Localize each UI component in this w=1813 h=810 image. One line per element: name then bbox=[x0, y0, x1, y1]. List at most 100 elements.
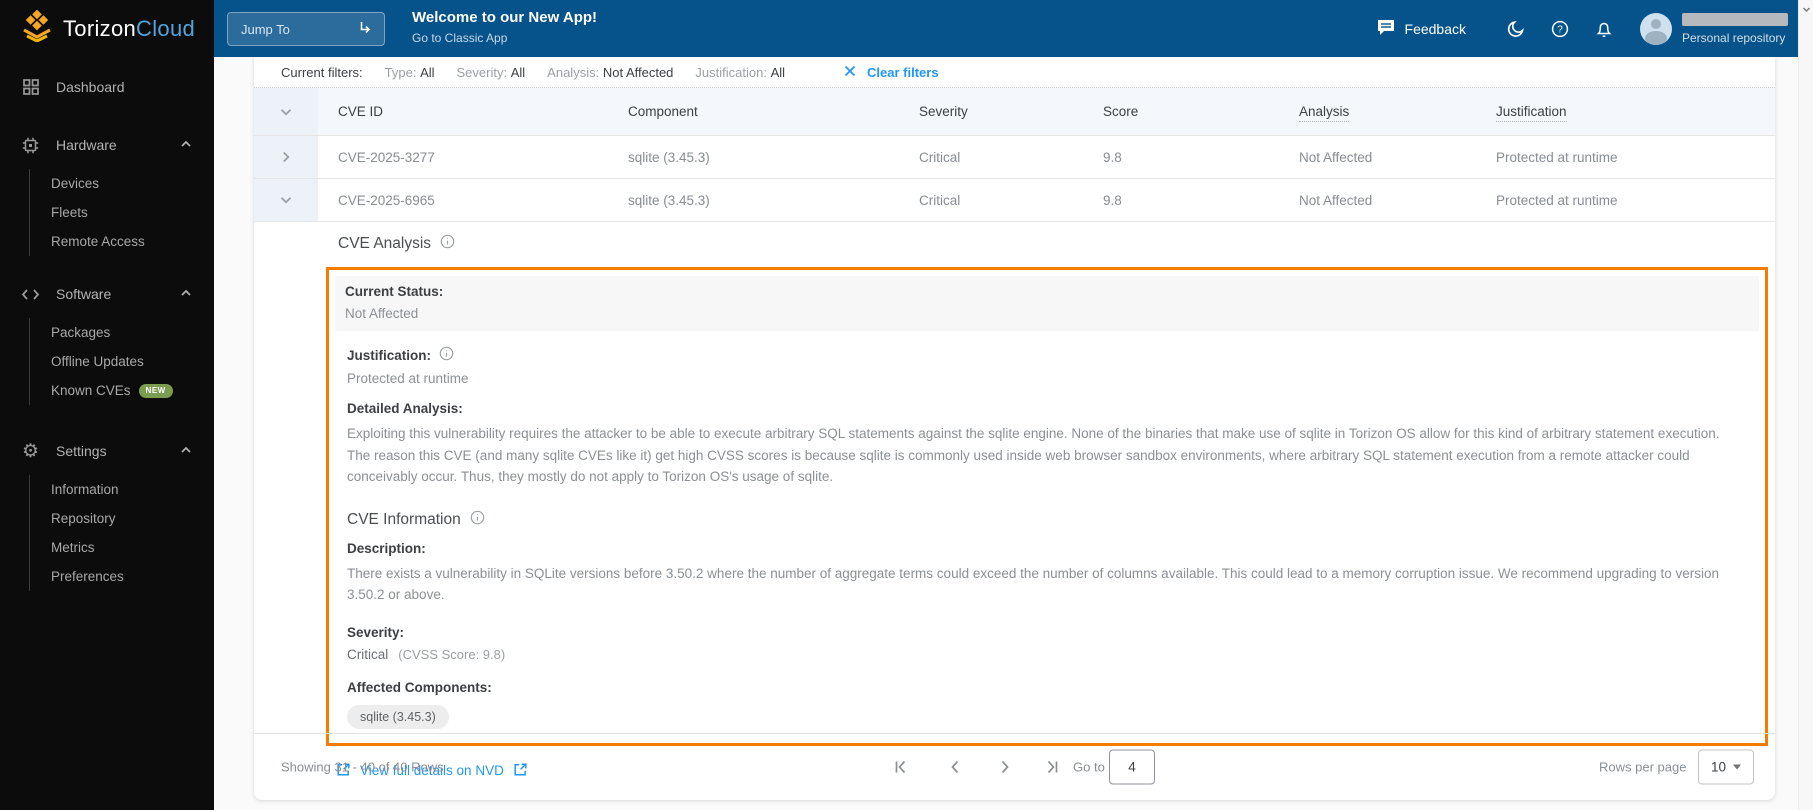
info-icon[interactable] bbox=[470, 510, 485, 530]
cve-detail-section: CVE Analysis Current Status: Not Affecte… bbox=[254, 221, 1775, 780]
chevron-right-icon bbox=[283, 151, 290, 163]
cvss-score: (CVSS Score: 9.8) bbox=[398, 646, 506, 662]
feedback-icon bbox=[1376, 17, 1396, 40]
cell-component: sqlite (3.45.3) bbox=[628, 192, 710, 208]
current-status-label: Current Status: bbox=[345, 284, 444, 299]
last-page-button[interactable] bbox=[1041, 756, 1063, 778]
component-chip: sqlite (3.45.3) bbox=[347, 704, 449, 729]
jump-to-button[interactable]: Jump To bbox=[227, 12, 385, 46]
severity-block: Severity: Critical (CVSS Score: 9.8) bbox=[347, 625, 1759, 662]
justification-value: Protected at runtime bbox=[347, 371, 469, 386]
chevron-down-icon bbox=[280, 197, 292, 204]
page-scrollbar[interactable] bbox=[1798, 0, 1813, 810]
sidebar-item-fleets[interactable]: Fleets bbox=[30, 198, 214, 227]
go-to-page-input[interactable] bbox=[1109, 749, 1155, 785]
cell-cve-id: CVE-2025-3277 bbox=[338, 149, 435, 165]
sidebar-item-remote-access[interactable]: Remote Access bbox=[30, 227, 214, 256]
sidebar-item-preferences[interactable]: Preferences bbox=[30, 562, 214, 591]
cve-analysis-panel: Current Status: Not Affected Justificati… bbox=[326, 267, 1768, 746]
svg-text:?: ? bbox=[1557, 24, 1563, 35]
table-row[interactable]: CVE-2025-3277 sqlite (3.45.3) Critical 9… bbox=[254, 135, 1775, 178]
previous-page-button[interactable] bbox=[944, 756, 966, 778]
new-badge: NEW bbox=[138, 383, 173, 398]
return-arrow-icon bbox=[356, 19, 374, 40]
scrollbar-up-arrow-icon[interactable] bbox=[1800, 3, 1813, 21]
cell-justification: Protected at runtime bbox=[1496, 192, 1618, 208]
welcome-title: Welcome to our New App! bbox=[412, 9, 598, 26]
hardware-submenu: Devices Fleets Remote Access bbox=[29, 169, 214, 256]
clear-filters-button[interactable]: Clear filters bbox=[843, 64, 939, 81]
cve-analysis-heading: CVE Analysis bbox=[338, 234, 1768, 254]
severity-value: Critical bbox=[347, 646, 389, 662]
account-repository-label: Personal repository bbox=[1682, 30, 1786, 45]
sidebar-item-software[interactable]: Software bbox=[0, 274, 214, 314]
account-name-redacted bbox=[1682, 12, 1788, 26]
rows-summary: Showing 31 - 40 of 40 Rows bbox=[281, 759, 444, 775]
column-header-justification[interactable]: Justification bbox=[1476, 104, 1775, 122]
help-icon[interactable]: ? bbox=[1538, 19, 1582, 39]
select-caret-icon bbox=[1733, 764, 1742, 770]
account-info[interactable]: Personal repository bbox=[1682, 12, 1788, 45]
cell-severity: Critical bbox=[919, 149, 961, 165]
column-header-score[interactable]: Score bbox=[1083, 104, 1279, 119]
column-header-severity[interactable]: Severity bbox=[899, 104, 1083, 119]
info-icon[interactable] bbox=[439, 346, 454, 364]
cell-component: sqlite (3.45.3) bbox=[628, 149, 710, 165]
column-header-cve-id[interactable]: CVE ID bbox=[318, 104, 608, 119]
rows-per-page-select[interactable]: 10 bbox=[1698, 749, 1754, 785]
software-code-icon bbox=[20, 285, 41, 304]
expand-all-button[interactable] bbox=[254, 88, 318, 135]
dashboard-grid-icon bbox=[20, 78, 41, 96]
avatar[interactable] bbox=[1640, 12, 1672, 45]
pagination-bar: Showing 31 - 40 of 40 Rows Go to Rows pe… bbox=[254, 733, 1775, 800]
sidebar-item-offline-updates[interactable]: Offline Updates bbox=[30, 347, 214, 376]
dark-mode-icon[interactable] bbox=[1494, 19, 1538, 39]
sidebar-item-devices[interactable]: Devices bbox=[30, 169, 214, 198]
sidebar-item-packages[interactable]: Packages bbox=[30, 318, 214, 347]
collapse-row-button[interactable] bbox=[254, 179, 318, 221]
filter-justification: Justification: All bbox=[695, 64, 786, 80]
torizon-logo-icon bbox=[20, 9, 54, 47]
sidebar-item-hardware[interactable]: Hardware bbox=[0, 125, 214, 165]
cell-analysis: Not Affected bbox=[1299, 149, 1373, 165]
sidebar-item-repository[interactable]: Repository bbox=[30, 504, 214, 533]
software-submenu: Packages Offline Updates Known CVEs NEW bbox=[29, 318, 214, 405]
feedback-button[interactable]: Feedback bbox=[1376, 17, 1466, 40]
affected-components-block: Affected Components: sqlite (3.45.3) bbox=[347, 680, 1759, 729]
classic-app-link[interactable]: Go to Classic App bbox=[412, 31, 597, 45]
sidebar-item-metrics[interactable]: Metrics bbox=[30, 533, 214, 562]
cve-table-card: Current filters: Type: All Severity: All… bbox=[254, 57, 1775, 800]
filter-type: Type: All bbox=[384, 64, 435, 80]
column-header-component[interactable]: Component bbox=[608, 104, 899, 119]
cell-score: 9.8 bbox=[1103, 149, 1122, 165]
cve-information-heading: CVE Information bbox=[347, 510, 1759, 530]
severity-label: Severity: bbox=[347, 624, 405, 640]
chevron-up-icon bbox=[178, 136, 194, 155]
next-page-button[interactable] bbox=[994, 756, 1016, 778]
sidebar-item-known-cves[interactable]: Known CVEs NEW bbox=[30, 376, 214, 405]
logo[interactable]: TorizonCloud bbox=[0, 0, 214, 57]
notifications-bell-icon[interactable] bbox=[1582, 19, 1626, 39]
hardware-chip-icon bbox=[20, 136, 41, 155]
cell-cve-id: CVE-2025-6965 bbox=[338, 192, 435, 208]
sidebar-nav: Dashboard Hardware Devices Fleets Remote… bbox=[0, 57, 214, 810]
first-page-button[interactable] bbox=[890, 756, 912, 778]
sidebar-item-dashboard[interactable]: Dashboard bbox=[0, 67, 214, 107]
top-bar: TorizonCloud Jump To Welcome to our New … bbox=[0, 0, 1813, 57]
table-header-row: CVE ID Component Severity Score Analysis… bbox=[254, 88, 1775, 135]
info-icon[interactable] bbox=[440, 234, 455, 254]
sidebar-item-settings[interactable]: ⚙ Settings bbox=[0, 431, 214, 471]
filter-analysis: Analysis: Not Affected bbox=[547, 64, 674, 80]
settings-submenu: Information Repository Metrics Preferenc… bbox=[29, 475, 214, 591]
sidebar-item-information[interactable]: Information bbox=[30, 475, 214, 504]
cell-justification: Protected at runtime bbox=[1496, 149, 1618, 165]
column-header-analysis[interactable]: Analysis bbox=[1279, 104, 1476, 122]
go-to-label: Go to bbox=[1073, 759, 1105, 775]
cell-analysis: Not Affected bbox=[1299, 192, 1373, 208]
affected-components-label: Affected Components: bbox=[347, 679, 492, 695]
table-row[interactable]: CVE-2025-6965 sqlite (3.45.3) Critical 9… bbox=[254, 178, 1775, 221]
current-status-value: Not Affected bbox=[345, 306, 419, 321]
description-text: There exists a vulnerability in SQLite v… bbox=[347, 565, 1719, 603]
detailed-analysis-label: Detailed Analysis: bbox=[347, 401, 463, 416]
expand-row-button[interactable] bbox=[254, 136, 318, 178]
